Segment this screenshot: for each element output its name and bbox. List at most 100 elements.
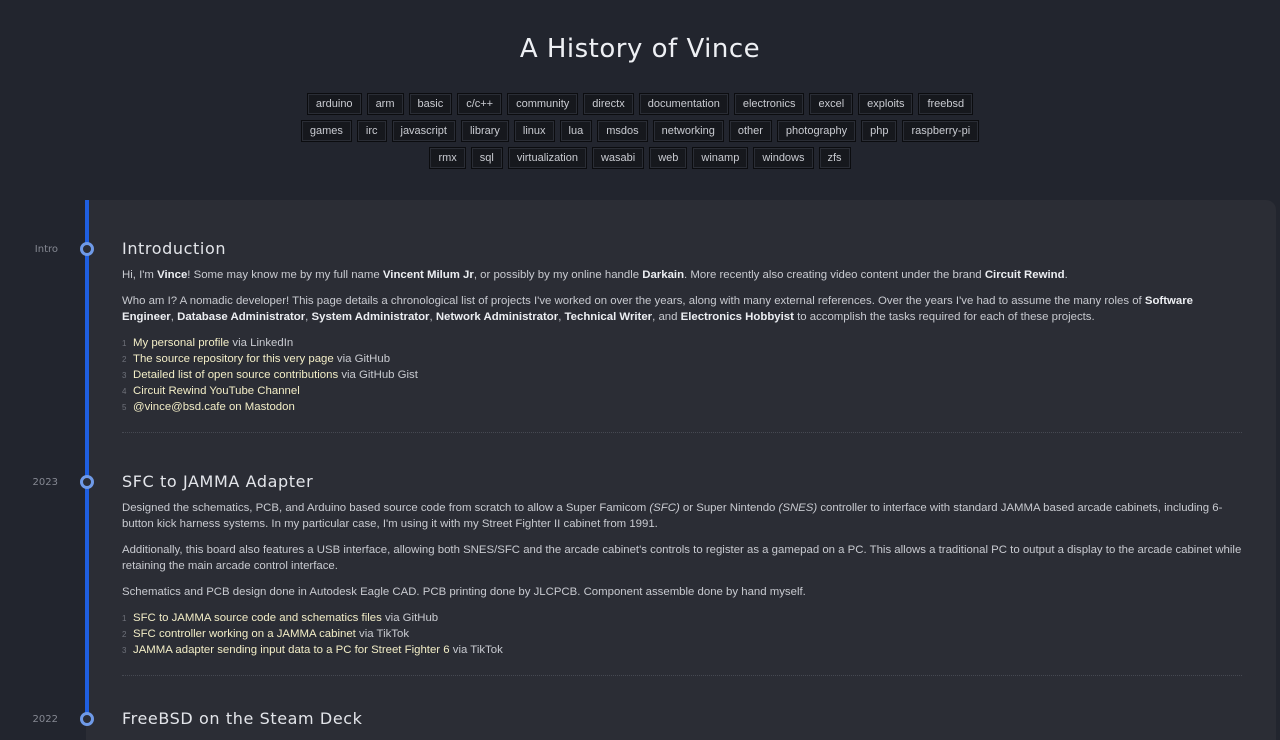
tag-row: arduino arm basic c/c++ community directx docu… [306, 93, 974, 115]
text: . More recently also creating video cont… [684, 269, 985, 281]
reference-link[interactable]: My personal profile [133, 337, 229, 349]
text: , or possibly by my online handle [473, 269, 643, 281]
reference-link-item: 2 The source repository for this very pag… [122, 351, 1242, 367]
timeline-dot-icon [80, 712, 94, 726]
tag-raspberry-pi[interactable]: raspberry-pi [902, 120, 980, 142]
bold-text: Network Administrator [435, 311, 559, 323]
link-number: 1 [122, 339, 127, 348]
reference-link[interactable]: Detailed list of open source contributio… [133, 369, 338, 381]
tag-c-c-[interactable]: c/c++ [457, 93, 503, 115]
italic-text: (SFC) [649, 502, 680, 514]
tag-other[interactable]: other [728, 120, 772, 142]
tag-networking[interactable]: networking [652, 120, 724, 142]
reference-link-item: 2 SFC controller working on a JAMMA cabin… [122, 626, 1242, 642]
link-source: via TikTok [449, 644, 503, 656]
tag-library[interactable]: library [460, 120, 509, 142]
reference-link-item: 3 Detailed list of open source contributi… [122, 367, 1242, 383]
entry-paragraph: Additionally, this board also features a… [122, 542, 1242, 574]
link-number: 1 [122, 614, 127, 623]
entry-paragraph: Schematics and PCB design done in Autode… [122, 584, 1242, 600]
entry-paragraph: Designed the schematics, PCB, and Arduin… [122, 500, 1242, 532]
tag-zfs[interactable]: zfs [818, 147, 851, 169]
tag-community[interactable]: community [507, 93, 579, 115]
tag-winamp[interactable]: winamp [692, 147, 749, 169]
italic-text: (SNES) [778, 502, 818, 514]
reference-link-item: 1 My personal profile via LinkedIn [122, 335, 1242, 351]
reference-link[interactable]: Circuit Rewind YouTube Channel [133, 385, 300, 397]
page-title: A History of Vince [519, 34, 761, 64]
link-source: via LinkedIn [229, 337, 294, 349]
reference-link[interactable]: @vince@bsd.cafe on Mastodon [133, 401, 295, 413]
tag-games[interactable]: games [300, 120, 352, 142]
text: . [1064, 269, 1068, 281]
reference-links: 1 SFC to JAMMA source code and schematics… [122, 610, 1242, 658]
tag-web[interactable]: web [649, 147, 688, 169]
entry-title: Introduction [122, 239, 227, 258]
tag-row: games irc javascript library linux lua msdos ne… [300, 120, 980, 142]
link-source: via GitHub [381, 612, 439, 624]
text: Who am I? A nomadic developer! This page… [122, 295, 1145, 307]
reference-link[interactable]: SFC to JAMMA source code and schematics … [133, 612, 382, 624]
bold-text: Vincent Milum Jr [382, 269, 474, 281]
tag-exploits[interactable]: exploits [858, 93, 914, 115]
entry-title: SFC to JAMMA Adapter [122, 472, 314, 491]
text: to accomplish the tasks required for eac… [793, 311, 1095, 323]
tag-photography[interactable]: photography [776, 120, 857, 142]
link-source: via TikTok [355, 628, 410, 640]
reference-link[interactable]: JAMMA adapter sending input data to a PC… [133, 644, 450, 656]
entry-date: Intro [34, 244, 58, 255]
tag-javascript[interactable]: javascript [391, 120, 456, 142]
text: Schematics and PCB design done in Autode… [122, 586, 806, 598]
timeline-line [85, 200, 89, 720]
bold-text: Technical Writer [564, 311, 653, 323]
bold-text: Electronics Hobbyist [680, 311, 794, 323]
tag-arduino[interactable]: arduino [306, 93, 362, 115]
link-number: 4 [122, 387, 127, 396]
timeline-dot-icon [80, 475, 94, 489]
entry-divider [122, 675, 1242, 676]
bold-text: Darkain [642, 269, 685, 281]
tag-basic[interactable]: basic [408, 93, 453, 115]
tag-rmx[interactable]: rmx [429, 147, 466, 169]
tag-documentation[interactable]: documentation [638, 93, 729, 115]
text: Designed the schematics, PCB, and Arduin… [122, 502, 650, 514]
tag-cloud: arduino arm basic c/c++ community directx docu… [300, 93, 980, 169]
tag-lua[interactable]: lua [559, 120, 593, 142]
tag-row: rmx sql virtualization wasabi web winamp windo… [429, 147, 851, 169]
bold-text: Database Administrator [177, 311, 306, 323]
tag-sql[interactable]: sql [470, 147, 503, 169]
link-source: via GitHub Gist [338, 369, 418, 381]
link-number: 2 [122, 630, 127, 639]
tag-php[interactable]: php [861, 120, 898, 142]
bold-text: Circuit Rewind [984, 269, 1065, 281]
tag-irc[interactable]: irc [356, 120, 387, 142]
reference-link[interactable]: SFC controller working on a JAMMA cabine… [133, 628, 356, 640]
text: or Super Nintendo [679, 502, 779, 514]
reference-links: 1 My personal profile via LinkedIn 2 The so… [122, 335, 1242, 415]
timeline-dot-icon [80, 242, 94, 256]
tag-msdos[interactable]: msdos [597, 120, 648, 142]
reference-link-item: 3 JAMMA adapter sending input data to a P… [122, 642, 1242, 658]
bold-text: Vince [157, 269, 188, 281]
link-source: via GitHub [333, 353, 391, 365]
text: , and [652, 311, 681, 323]
tag-virtualization[interactable]: virtualization [507, 147, 587, 169]
text: Additionally, this board also features a… [122, 544, 1242, 572]
tag-directx[interactable]: directx [583, 93, 634, 115]
entry-paragraph: Hi, I'm Vince! Some may know me by my fu… [122, 267, 1242, 283]
tag-linux[interactable]: linux [513, 120, 555, 142]
reference-link-item: 4 Circuit Rewind YouTube Channel [122, 383, 1242, 399]
tag-excel[interactable]: excel [809, 93, 854, 115]
tag-freebsd[interactable]: freebsd [918, 93, 974, 115]
entry-date: 2023 [32, 477, 58, 488]
bold-text: System Administrator [311, 311, 430, 323]
reference-link-item: 5 @vince@bsd.cafe on Mastodon [122, 399, 1242, 415]
tag-wasabi[interactable]: wasabi [591, 147, 645, 169]
entry-body: Designed the schematics, PCB, and Arduin… [122, 500, 1242, 658]
reference-link[interactable]: The source repository for this very page [133, 353, 334, 365]
entry-title: FreeBSD on the Steam Deck [122, 709, 363, 728]
tag-arm[interactable]: arm [366, 93, 404, 115]
tag-electronics[interactable]: electronics [733, 93, 805, 115]
text: ! Some may know me by my full name [187, 269, 383, 281]
tag-windows[interactable]: windows [753, 147, 814, 169]
